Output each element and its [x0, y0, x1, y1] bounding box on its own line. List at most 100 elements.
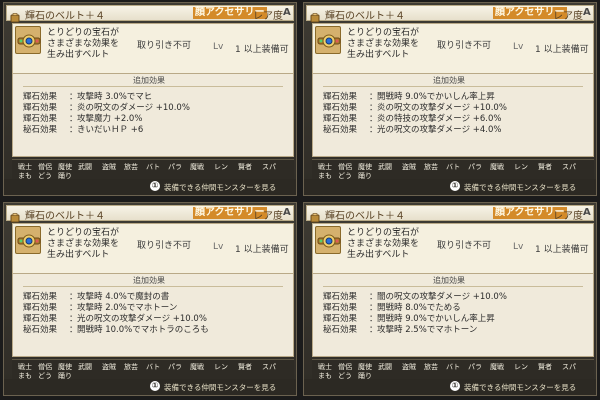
class-label: レン	[514, 363, 528, 371]
bag-icon	[10, 208, 20, 223]
info-circle-icon[interactable]: ①	[150, 381, 160, 391]
class-label: スパ	[262, 363, 276, 371]
item-tooltip-panel: 輝石のベルト＋４ 顔アクセサリー レア度 A とりどりの宝石が さまざまな効果を…	[3, 202, 297, 396]
effect-row: 秘石効果 ：光の呪文の攻撃ダメージ +4.0%	[323, 123, 502, 135]
trade-status: 取り引き不可	[437, 241, 492, 251]
class-label: 魔戦	[490, 163, 504, 171]
item-description-line: さまざまな効果を	[47, 239, 120, 249]
item-info-box: とりどりの宝石が さまざまな効果を 生み出すベルト 取り引き不可 Lv 1 以上…	[312, 23, 594, 75]
bag-icon	[310, 8, 320, 23]
effect-value: 攻撃時 2.5%でマホトーン	[377, 325, 478, 335]
belt-icon	[15, 226, 41, 254]
effects-divider	[323, 86, 583, 87]
class-label: 旅芸	[424, 163, 438, 171]
effect-row: 秘石効果 ：開戦時 10.0%でマホトラのころも	[23, 323, 209, 335]
effect-name: 秘石効果	[23, 325, 58, 335]
level-requirement: 1 以上装備可	[535, 245, 589, 255]
item-title: 輝石のベルト＋４	[25, 211, 105, 222]
equippable-classes: 戦士 僧侶 魔使 武闘 盗賊 旅芸 バト パラ 魔戦 レン 賢者 スパ まも どう 踊り	[312, 359, 594, 380]
rarity-label: レア度	[553, 11, 583, 22]
trade-status: 取り引き不可	[437, 41, 492, 51]
belt-icon	[15, 26, 41, 54]
effects-title: 追加効果	[133, 76, 165, 85]
footer-bar: ① 装備できる仲間モンスターを見る	[304, 179, 596, 195]
rarity-value: A	[583, 7, 591, 18]
additional-effects-box: 追加効果 輝石効果 ：攻撃時 4.0%で魔封の書 輝石効果 ：攻撃時 2.0%でマホト…	[12, 273, 294, 357]
class-label: レン	[514, 163, 528, 171]
belt-icon	[315, 26, 341, 54]
item-info-box: とりどりの宝石が さまざまな効果を 生み出すベルト 取り引き不可 Lv 1 以上…	[12, 23, 294, 75]
item-description-line: 生み出すベルト	[347, 250, 410, 260]
rarity-label: レア度	[253, 11, 283, 22]
class-label: バト	[146, 363, 161, 371]
item-description-line: とりどりの宝石が	[347, 28, 420, 38]
item-description-line: 生み出すベルト	[347, 50, 410, 60]
footer-bar: ① 装備できる仲間モンスターを見る	[4, 379, 296, 395]
info-circle-icon[interactable]: ①	[450, 181, 460, 191]
effect-separator: ：	[69, 125, 78, 135]
equippable-classes: 戦士 僧侶 魔使 武闘 盗賊 旅芸 バト パラ 魔戦 レン 賢者 スパ まも どう 踊り	[312, 159, 594, 180]
item-description-line: 生み出すベルト	[47, 250, 110, 260]
class-label: 武闘	[378, 163, 392, 171]
effect-separator: ：	[69, 325, 78, 335]
class-label: 盗賊	[102, 363, 116, 371]
item-description: とりどりの宝石が さまざまな効果を 生み出すベルト	[347, 28, 419, 61]
class-label: スパ	[262, 163, 276, 171]
class-label: バト	[446, 163, 461, 171]
effect-name: 秘石効果	[23, 125, 58, 135]
tooltip-header: 輝石のベルト＋４ 顔アクセサリー レア度 A	[6, 5, 294, 23]
class-label: 賢者	[538, 163, 552, 171]
class-label: バト	[146, 163, 161, 171]
effect-row: 秘石効果 ：きいだいＨＰ +6	[23, 123, 143, 135]
class-label: 魔戦	[190, 363, 204, 371]
item-description: とりどりの宝石が さまざまな効果を 生み出すベルト	[47, 228, 119, 261]
class-label: スパ	[562, 363, 576, 371]
class-label: 盗賊	[402, 163, 416, 171]
effects-title: 追加効果	[433, 76, 465, 85]
class-label: 盗賊	[102, 163, 116, 171]
effect-separator: ：	[369, 325, 378, 335]
info-circle-icon[interactable]: ①	[450, 381, 460, 391]
additional-effects-box: 追加効果 輝石効果 ：攻撃時 3.0%でマヒ 輝石効果 ：炎の呪文のダメージ +10.…	[12, 73, 294, 157]
view-equippable-monsters-link[interactable]: 装備できる仲間モンスターを見る	[164, 382, 276, 393]
item-tooltip-panel: 輝石のベルト＋４ 顔アクセサリー レア度 A とりどりの宝石が さまざまな効果を…	[3, 2, 297, 196]
class-label: 旅芸	[424, 363, 438, 371]
item-description: とりどりの宝石が さまざまな効果を 生み出すベルト	[347, 228, 419, 261]
class-label: 賢者	[538, 363, 552, 371]
effects-divider	[323, 286, 583, 287]
info-circle-icon[interactable]: ①	[150, 181, 160, 191]
class-label: スパ	[562, 163, 576, 171]
item-description-line: とりどりの宝石が	[47, 28, 120, 38]
view-equippable-monsters-link[interactable]: 装備できる仲間モンスターを見る	[464, 182, 576, 193]
equippable-classes: 戦士 僧侶 魔使 武闘 盗賊 旅芸 バト パラ 魔戦 レン 賢者 スパ まも どう 踊り	[12, 159, 294, 180]
level-label: Lv	[513, 242, 524, 252]
bag-icon	[310, 208, 320, 223]
class-label: レン	[214, 363, 228, 371]
item-title: 輝石のベルト＋４	[25, 11, 105, 22]
footer-bar: ① 装備できる仲間モンスターを見る	[304, 379, 596, 395]
view-equippable-monsters-link[interactable]: 装備できる仲間モンスターを見る	[164, 182, 276, 193]
item-title: 輝石のベルト＋４	[325, 211, 405, 222]
view-equippable-monsters-link[interactable]: 装備できる仲間モンスターを見る	[464, 382, 576, 393]
effect-row: 秘石効果 ：攻撃時 2.5%でマホトーン	[323, 323, 477, 335]
class-label: 武闘	[378, 363, 392, 371]
level-requirement: 1 以上装備可	[235, 45, 289, 55]
tooltip-header: 輝石のベルト＋４ 顔アクセサリー レア度 A	[6, 205, 294, 223]
rarity-value: A	[283, 207, 291, 218]
effect-value: きいだいＨＰ +6	[77, 125, 144, 135]
effect-separator: ：	[369, 125, 378, 135]
item-description-line: 生み出すベルト	[47, 50, 110, 60]
tooltip-header: 輝石のベルト＋４ 顔アクセサリー レア度 A	[306, 5, 594, 23]
effect-value: 開戦時 10.0%でマホトラのころも	[77, 325, 209, 335]
item-info-box: とりどりの宝石が さまざまな効果を 生み出すベルト 取り引き不可 Lv 1 以上…	[312, 223, 594, 275]
class-label: レン	[214, 163, 228, 171]
class-label: 賢者	[238, 163, 252, 171]
effects-divider	[23, 86, 283, 87]
rarity-label: レア度	[253, 211, 283, 222]
class-label: パラ	[168, 163, 182, 171]
item-tooltip-panel: 輝石のベルト＋４ 顔アクセサリー レア度 A とりどりの宝石が さまざまな効果を…	[303, 2, 597, 196]
effects-title: 追加効果	[133, 276, 165, 285]
item-info-box: とりどりの宝石が さまざまな効果を 生み出すベルト 取り引き不可 Lv 1 以上…	[12, 223, 294, 275]
additional-effects-box: 追加効果 輝石効果 ：開戦時 9.0%でかいしん率上昇 輝石効果 ：炎の呪文の攻撃ダメ…	[312, 73, 594, 157]
effect-value: 光の呪文の攻撃ダメージ +4.0%	[377, 125, 502, 135]
